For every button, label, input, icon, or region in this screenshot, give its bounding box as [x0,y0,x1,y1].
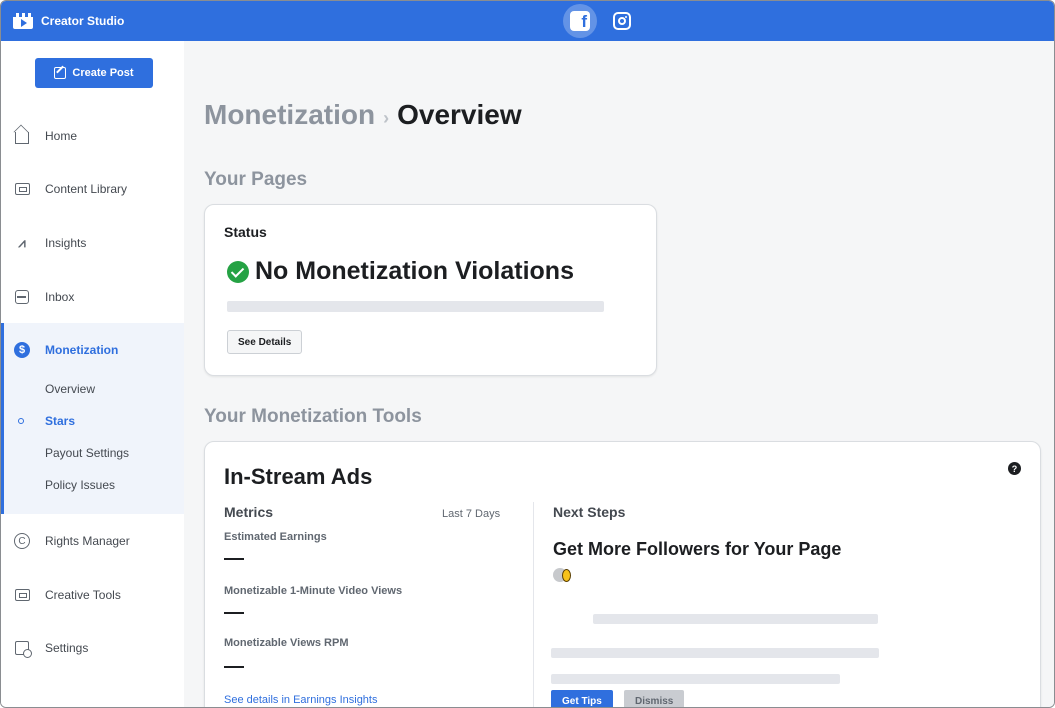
next-steps-title: Get More Followers for Your Page [553,539,842,559]
create-post-button[interactable]: Create Post [35,58,153,88]
home-icon [15,132,29,144]
inbox-icon [15,290,29,304]
sidebar-item-label: Monetization [45,343,119,357]
sidebar-item-rights-manager[interactable]: C Rights Manager [1,526,184,556]
sidebar-item-monetization[interactable]: $ Monetization [1,335,184,365]
dollar-icon: $ [14,342,30,358]
next-steps-heading: Next Steps [553,504,626,520]
pages-section-title: Your Pages [204,169,308,190]
column-divider [533,502,534,707]
get-tips-button[interactable]: Get Tips [551,690,613,707]
sidebar: Create Post Home Content Library ⩘ Insig… [1,41,184,707]
app-title: Creator Studio [41,14,125,28]
sidebar-item-label: Rights Manager [45,534,130,548]
check-circle-icon [227,260,249,283]
in-stream-ads-card: In-Stream Ads ? Metrics Last 7 Days Esti… [204,441,1041,707]
sidebar-item-label: Creative Tools [45,588,121,602]
active-indicator-icon [18,418,24,424]
app-window: Creator Studio f Create Post Home Conten… [0,0,1055,708]
create-post-label: Create Post [72,67,134,79]
help-icon[interactable]: ? [1008,462,1021,475]
sidebar-item-label: Home [45,129,78,143]
loading-placeholder [593,614,878,624]
dismiss-button[interactable]: Dismiss [624,690,685,707]
monetization-group: $ Monetization Overview Stars Payout Set… [1,323,184,514]
facebook-icon: f [570,11,590,31]
settings-icon [15,641,32,658]
breadcrumb-parent[interactable]: Monetization [204,99,375,131]
insights-icon: ⩘ [18,235,26,250]
facebook-tab[interactable]: f [563,4,597,38]
creator-studio-logo-icon [13,13,33,29]
loading-placeholder [227,301,604,312]
sidebar-item-home[interactable]: Home [1,121,184,151]
instagram-icon[interactable] [613,12,631,30]
sidebar-item-inbox[interactable]: Inbox [1,282,184,312]
chevron-right-icon: › [383,108,390,128]
content-library-icon [14,183,30,195]
status-row: No Monetization Violations [227,257,574,286]
tools-section-title: Your Monetization Tools [204,406,422,427]
lemon-icon [562,568,571,582]
metric-value-placeholder [224,558,244,560]
breadcrumb: Monetization › Overview [204,99,522,131]
sidebar-subitem-stars[interactable]: Stars [45,414,75,428]
main-content: Monetization › Overview Your Pages Statu… [184,41,1054,707]
sidebar-item-label: Insights [45,236,87,250]
compose-icon [54,67,67,79]
status-text: No Monetization Violations [255,257,574,285]
creative-tools-icon [14,589,30,601]
metric-label: Monetizable Views RPM [224,637,349,649]
sidebar-item-label: Inbox [45,290,75,304]
metric-value-placeholder [224,612,244,614]
sidebar-item-label: Settings [45,641,89,655]
see-details-button[interactable]: See Details [227,330,303,354]
metrics-heading: Metrics [224,504,274,520]
sidebar-item-creative-tools[interactable]: Creative Tools [1,580,184,610]
period-label: Last 7 Days [442,508,501,520]
sidebar-subitem-payout-settings[interactable]: Payout Settings [45,446,129,460]
status-label: Status [224,224,267,240]
metric-label: Estimated Earnings [224,531,327,543]
top-bar: Creator Studio f [1,1,1054,41]
metric-value-placeholder [224,666,244,668]
loading-placeholder [551,648,879,658]
page-title: Overview [397,99,522,130]
tip-illustration [553,568,571,582]
sidebar-item-insights[interactable]: ⩘ Insights [1,228,184,258]
sidebar-subitem-overview[interactable]: Overview [45,382,95,396]
sidebar-item-label: Content Library [45,182,128,196]
sidebar-item-content-library[interactable]: Content Library [1,174,184,204]
status-card: Status No Monetization Violations See De… [204,204,657,376]
sidebar-item-settings[interactable]: Settings [1,633,184,663]
brand[interactable]: Creator Studio [13,13,124,29]
earnings-insights-link[interactable]: See details in Earnings Insights [224,694,377,706]
metric-label: Monetizable 1-Minute Video Views [224,585,403,597]
loading-placeholder [551,674,840,684]
platform-switcher: f [563,4,631,38]
copyright-icon: C [14,533,30,549]
sidebar-subitem-policy-issues[interactable]: Policy Issues [45,478,115,492]
tool-title: In-Stream Ads [224,464,373,489]
